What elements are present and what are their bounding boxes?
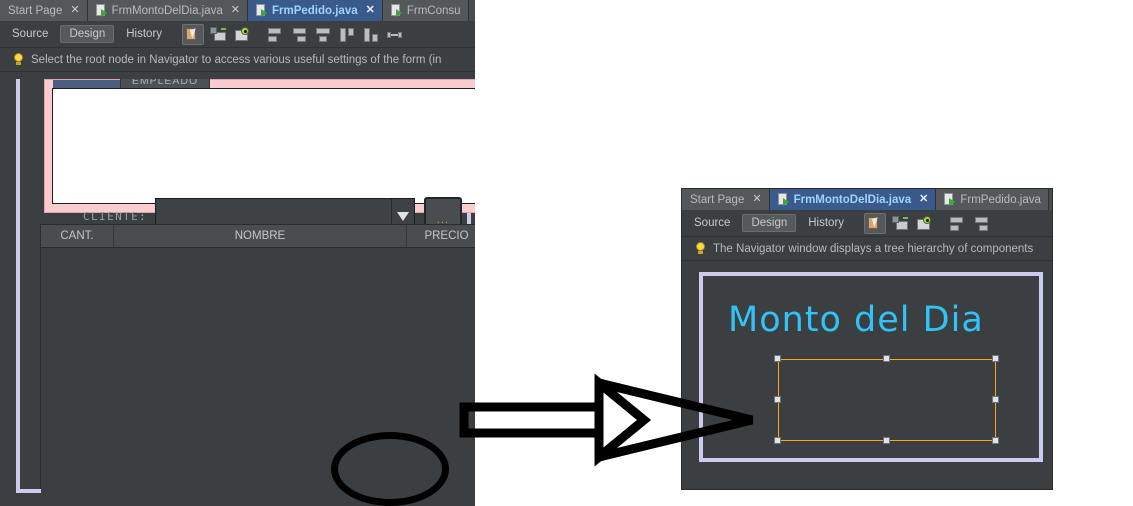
- align-left-icon[interactable]: [947, 214, 967, 233]
- tab-frmpedido[interactable]: FrmPedido.java ✕: [247, 0, 383, 21]
- resize-handle-nw[interactable]: [774, 355, 781, 362]
- tab-label: FrmMontoDelDia.java: [111, 4, 223, 17]
- selection-tool-icon[interactable]: [182, 23, 205, 45]
- arrow-annotation: [459, 373, 754, 467]
- tab-strip-accent: [53, 80, 128, 88]
- resize-handle-e[interactable]: [992, 396, 999, 403]
- connection-mode-icon[interactable]: [208, 25, 228, 44]
- resize-handle-n[interactable]: [883, 355, 890, 362]
- tab-label: FrmPedido.java: [960, 193, 1041, 206]
- close-icon[interactable]: ✕: [919, 194, 928, 205]
- tab-label: FrmMontoDelDia.java: [793, 193, 912, 206]
- selection-tool-icon[interactable]: [864, 212, 887, 234]
- align-center-icon[interactable]: [313, 25, 333, 44]
- cliente-panel[interactable]: EMPLEADO CLIENTE: ...: [44, 79, 475, 234]
- tab-source[interactable]: Source: [3, 25, 57, 43]
- preview-design-icon[interactable]: [914, 214, 934, 233]
- column-header-cant: CANT.: [41, 225, 114, 247]
- tab-frmpedido[interactable]: FrmPedido.java: [936, 189, 1049, 210]
- align-right-icon[interactable]: [289, 25, 309, 44]
- left-editor-window: Start Page ✕ FrmMontoDelDia.java ✕ FrmPe…: [0, 0, 475, 506]
- tab-label: FrmConsu: [406, 4, 461, 17]
- resize-handle-ne[interactable]: [992, 355, 999, 362]
- tab-label: Start Page: [8, 4, 63, 17]
- resize-handle-s[interactable]: [883, 437, 890, 444]
- right-tabstrip: Start Page ✕ FrmMontoDelDia.java ✕ FrmPe…: [682, 189, 1052, 210]
- preview-design-icon[interactable]: [232, 25, 252, 44]
- table-header-row: CANT. NOMBRE PRECIO: [41, 225, 475, 248]
- java-file-icon: [255, 4, 268, 17]
- hint-text: Select the root node in Navigator to acc…: [31, 53, 442, 66]
- left-toolbar: Source Design History: [0, 21, 475, 48]
- align-right-icon[interactable]: [971, 214, 991, 233]
- close-icon[interactable]: ✕: [70, 5, 79, 16]
- selected-component[interactable]: [778, 359, 996, 441]
- lightbulb-icon: [695, 242, 706, 255]
- resize-handle-w[interactable]: [774, 396, 781, 403]
- tab-start-page[interactable]: Start Page ✕: [682, 189, 770, 210]
- tab-design[interactable]: Design: [60, 25, 115, 43]
- right-toolbar: Source Design History: [682, 210, 1052, 237]
- tab-frmmontodeldia[interactable]: FrmMontoDelDia.java ✕: [769, 189, 937, 210]
- close-icon[interactable]: ✕: [231, 5, 240, 16]
- java-file-icon: [390, 4, 403, 17]
- tab-label: FrmPedido.java: [271, 4, 358, 17]
- left-tabstrip: Start Page ✕ FrmMontoDelDia.java ✕ FrmPe…: [0, 0, 475, 21]
- tab-empleado[interactable]: EMPLEADO: [120, 79, 210, 88]
- tab-label: Start Page: [690, 193, 745, 206]
- column-header-precio: PRECIO: [407, 225, 475, 247]
- cliente-panel-body: [52, 88, 475, 204]
- tab-frmconsulta[interactable]: FrmConsu: [382, 0, 469, 21]
- tab-design[interactable]: Design: [742, 214, 797, 232]
- circle-annotation: [331, 432, 449, 506]
- cliente-label: CLIENTE:: [83, 210, 148, 223]
- java-file-icon: [777, 193, 790, 206]
- resize-handle-sw[interactable]: [774, 437, 781, 444]
- lightbulb-icon: [13, 53, 24, 66]
- tab-start-page[interactable]: Start Page ✕: [0, 0, 88, 21]
- tab-history[interactable]: History: [799, 214, 853, 232]
- form-title-label: Monto del Dia: [728, 300, 984, 340]
- column-header-nombre: NOMBRE: [114, 225, 407, 247]
- close-icon[interactable]: ✕: [366, 5, 375, 16]
- hint-text: The Navigator window displays a tree hie…: [713, 242, 1034, 255]
- tab-history[interactable]: History: [117, 25, 171, 43]
- align-top-icon[interactable]: [337, 25, 357, 44]
- connection-mode-icon[interactable]: [890, 214, 910, 233]
- java-file-icon: [944, 193, 956, 206]
- form-outline: EMPLEADO CLIENTE: ... CANT. NOMBRE PRECI…: [16, 79, 475, 506]
- close-icon[interactable]: ✕: [752, 194, 761, 205]
- align-left-icon[interactable]: [265, 25, 285, 44]
- tab-source[interactable]: Source: [685, 214, 739, 232]
- space-horizontally-icon[interactable]: [385, 25, 405, 44]
- right-hint-bar: The Navigator window displays a tree hie…: [682, 237, 1052, 261]
- tab-frmmontodeldia[interactable]: FrmMontoDelDia.java ✕: [87, 0, 248, 21]
- resize-handle-se[interactable]: [992, 437, 999, 444]
- align-bottom-icon[interactable]: [361, 25, 381, 44]
- java-file-icon: [95, 4, 108, 17]
- left-hint-bar: Select the root node in Navigator to acc…: [0, 48, 475, 72]
